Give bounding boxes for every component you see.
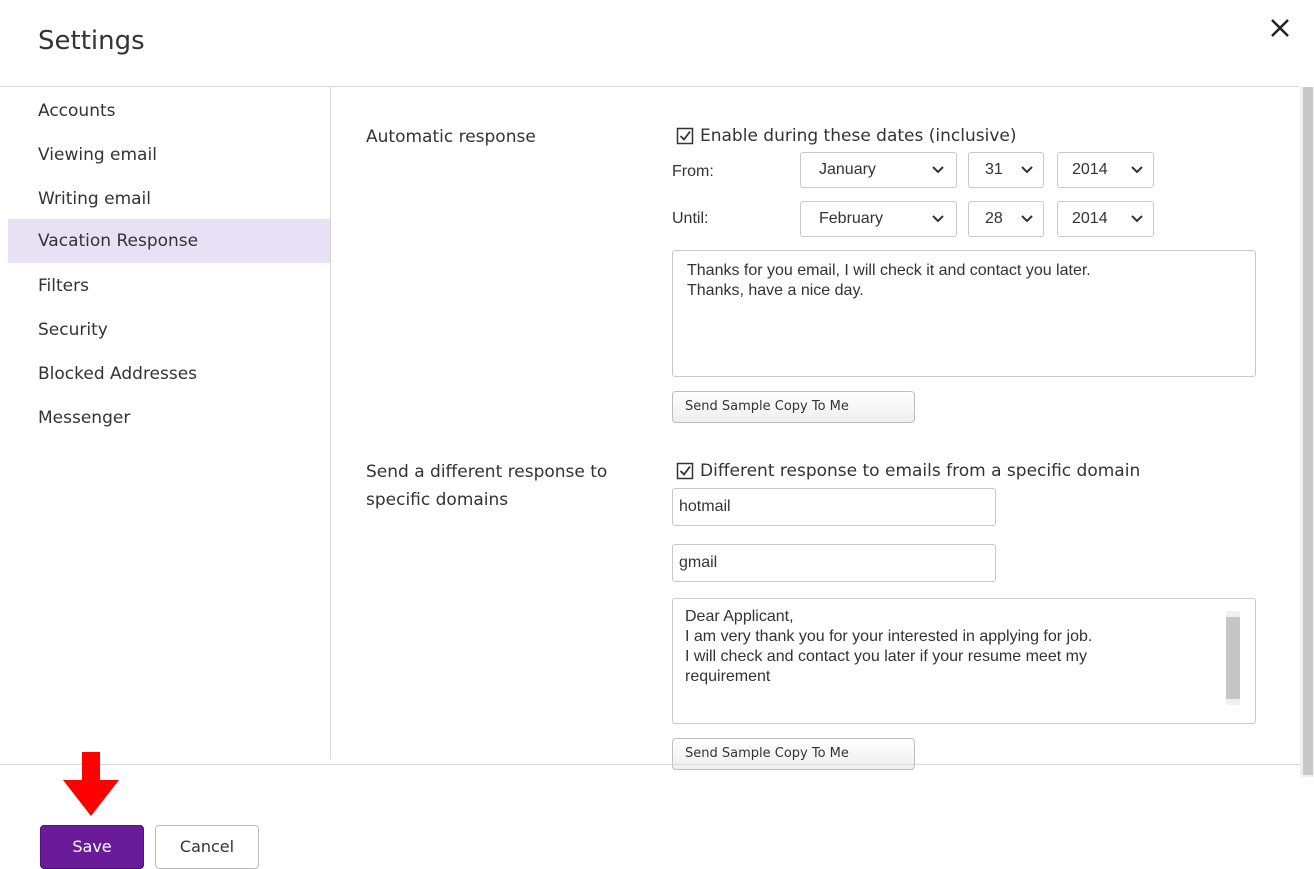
sidebar-item-messenger[interactable]: Messenger <box>8 396 330 440</box>
automatic-response-label: Automatic response <box>366 127 536 147</box>
from-month-select[interactable]: January <box>800 152 957 188</box>
until-day-select[interactable]: 28 <box>968 201 1044 237</box>
enable-dates-checkbox[interactable]: Enable during these dates (inclusive) <box>676 122 1016 150</box>
auto-response-message[interactable]: Thanks for you email, I will check it an… <box>672 250 1256 377</box>
content-scrollbar-thumb[interactable] <box>1303 87 1313 775</box>
until-month-select[interactable]: February <box>800 201 957 237</box>
from-day-select[interactable]: 31 <box>968 152 1044 188</box>
from-label: From: <box>672 163 714 180</box>
domain-response-message[interactable]: Dear Applicant, I am very thank you for … <box>672 598 1256 724</box>
chevron-down-icon <box>1131 166 1143 174</box>
from-day-value: 31 <box>985 161 1003 178</box>
sidebar-item-viewing-email[interactable]: Viewing email <box>8 133 330 177</box>
sidebar-item-accounts[interactable]: Accounts <box>8 89 330 133</box>
sidebar-item-security[interactable]: Security <box>8 308 330 352</box>
chevron-down-icon <box>932 166 944 174</box>
textarea-scrollbar-thumb[interactable] <box>1226 617 1240 699</box>
from-month-value: January <box>819 161 876 178</box>
sidebar-item-blocked-addresses[interactable]: Blocked Addresses <box>8 352 330 396</box>
sidebar-item-filters[interactable]: Filters <box>8 264 330 308</box>
send-sample-button-1[interactable]: Send Sample Copy To Me <box>672 391 915 423</box>
close-button[interactable] <box>1266 14 1294 42</box>
sidebar-divider <box>330 87 331 759</box>
domain-input-2[interactable]: gmail <box>672 544 996 582</box>
from-year-select[interactable]: 2014 <box>1057 152 1154 188</box>
chevron-down-icon <box>1131 215 1143 223</box>
footer-divider <box>0 764 1300 765</box>
domain-response-enable-label: Different response to emails from a spec… <box>700 461 1141 481</box>
page-title: Settings <box>38 26 145 56</box>
chevron-down-icon <box>1021 215 1033 223</box>
domain-response-checkbox[interactable]: Different response to emails from a spec… <box>676 457 1140 485</box>
send-sample-button-2[interactable]: Send Sample Copy To Me <box>672 738 915 770</box>
chevron-down-icon <box>1021 166 1033 174</box>
until-month-value: February <box>819 210 884 227</box>
until-year-value: 2014 <box>1072 210 1108 227</box>
domain-response-label-line1: Send a different response to <box>366 462 608 482</box>
sidebar-item-vacation-response[interactable]: Vacation Response <box>8 219 330 263</box>
checkbox-checked-icon <box>676 127 694 145</box>
sidebar: Accounts Viewing email Writing email Vac… <box>0 87 331 759</box>
domain-input-1[interactable]: hotmail <box>672 488 996 526</box>
chevron-down-icon <box>932 215 944 223</box>
red-arrow-down-icon <box>63 752 119 816</box>
close-icon <box>1271 19 1289 37</box>
until-year-select[interactable]: 2014 <box>1057 201 1154 237</box>
sidebar-item-writing-email[interactable]: Writing email <box>8 177 330 221</box>
checkbox-checked-icon <box>676 462 694 480</box>
until-label: Until: <box>672 210 709 227</box>
until-day-value: 28 <box>985 210 1003 227</box>
cancel-button[interactable]: Cancel <box>155 825 259 869</box>
save-button[interactable]: Save <box>40 825 144 869</box>
domain-response-label-line2: specific domains <box>366 490 509 510</box>
enable-dates-label: Enable during these dates (inclusive) <box>700 126 1017 146</box>
from-year-value: 2014 <box>1072 161 1108 178</box>
